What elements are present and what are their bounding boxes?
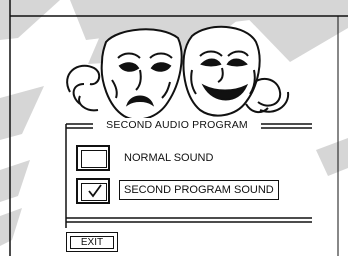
section-frame: [65, 123, 312, 228]
normal-sound-label: NORMAL SOUND: [124, 152, 214, 164]
checkbox-inner: [81, 183, 107, 201]
option-normal-sound[interactable]: NORMAL SOUND: [76, 145, 306, 173]
checkbox-inner: [81, 150, 107, 168]
second-program-sound-checkbox[interactable]: [76, 178, 110, 204]
option-second-program-sound[interactable]: SECOND PROGRAM SOUND: [76, 178, 306, 206]
exit-label: EXIT: [70, 236, 114, 249]
normal-sound-checkbox[interactable]: [76, 145, 110, 171]
checkmark-icon: [88, 184, 102, 198]
section-title: SECOND AUDIO PROGRAM: [93, 118, 261, 132]
second-program-sound-label: SECOND PROGRAM SOUND: [119, 180, 279, 200]
sap-menu-screen: SECOND AUDIO PROGRAM NORMAL SOUND SECOND…: [0, 0, 348, 256]
exit-button[interactable]: EXIT: [66, 232, 118, 252]
